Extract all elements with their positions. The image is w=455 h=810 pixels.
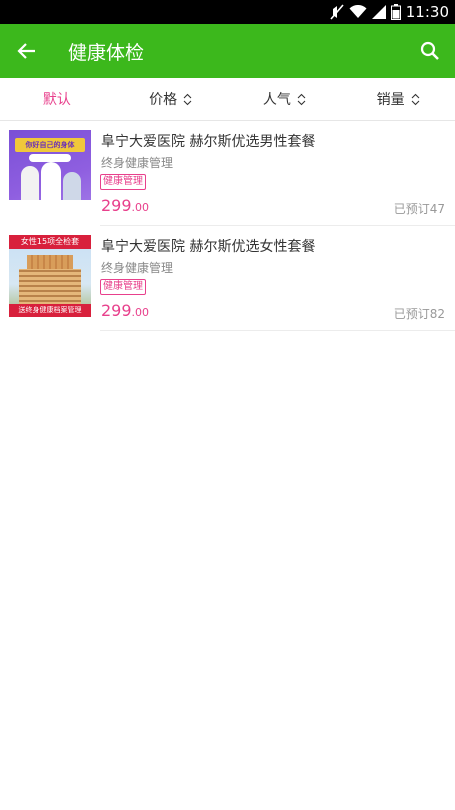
sort-price[interactable]: 价格 xyxy=(114,78,228,120)
sort-popularity[interactable]: 人气 xyxy=(228,78,342,120)
price-decimal: .00 xyxy=(131,306,150,319)
product-image: 你好自己的身体 xyxy=(9,130,91,212)
product-list: 你好自己的身体 阜宁大爱医院 赫尔斯优选男性套餐 终身健康管理 健康管理 299… xyxy=(0,121,455,331)
product-image: 女性15项全检套 送终身健康档案管理 xyxy=(9,235,91,317)
arrow-left-icon xyxy=(17,43,35,59)
product-subtitle: 终身健康管理 xyxy=(101,156,174,170)
sort-bar: 默认 价格 人气 销量 xyxy=(0,78,455,121)
sort-price-label: 价格 xyxy=(149,92,178,108)
page-title: 健康体检 xyxy=(68,41,145,64)
price-decimal: .00 xyxy=(131,201,150,214)
status-bar: 11:30 xyxy=(0,0,455,24)
wifi-icon xyxy=(349,5,367,19)
product-subtitle: 终身健康管理 xyxy=(101,261,174,275)
back-button[interactable] xyxy=(0,24,54,78)
search-icon xyxy=(420,41,439,60)
sort-default[interactable]: 默认 xyxy=(0,78,114,120)
product-item[interactable]: 女性15项全检套 送终身健康档案管理 阜宁大爱医院 赫尔斯优选女性套餐 终身健康… xyxy=(0,226,455,331)
product-info: 阜宁大爱医院 赫尔斯优选女性套餐 终身健康管理 健康管理 299.00 已预订8… xyxy=(100,226,455,331)
price-integer: 299 xyxy=(101,196,132,215)
product-name: 阜宁大爱医院 赫尔斯优选男性套餐 xyxy=(101,134,316,150)
product-image-banner: 你好自己的身体 xyxy=(15,138,85,152)
search-button[interactable] xyxy=(405,24,455,78)
booked-count: 已预订82 xyxy=(393,307,445,321)
status-time: 11:30 xyxy=(405,3,449,21)
product-price: 299.00 xyxy=(101,196,149,215)
sort-default-label: 默认 xyxy=(42,92,71,108)
product-item[interactable]: 你好自己的身体 阜宁大爱医院 赫尔斯优选男性套餐 终身健康管理 健康管理 299… xyxy=(0,121,455,226)
signal-icon xyxy=(371,5,386,19)
battery-icon xyxy=(390,4,401,20)
sort-sales-label: 销量 xyxy=(376,92,405,108)
product-image-subbanner xyxy=(29,154,71,162)
sort-toggle-icon xyxy=(297,93,306,105)
product-image-banner: 女性15项全检套 xyxy=(9,235,91,249)
product-tag: 健康管理 xyxy=(100,174,146,190)
product-info: 阜宁大爱医院 赫尔斯优选男性套餐 终身健康管理 健康管理 299.00 已预订4… xyxy=(100,121,455,226)
app-bar: 健康体检 xyxy=(0,24,455,78)
sort-popularity-label: 人气 xyxy=(262,92,291,108)
product-tag: 健康管理 xyxy=(100,279,146,295)
sort-sales[interactable]: 销量 xyxy=(341,78,455,120)
mute-icon xyxy=(330,4,344,20)
product-image-footer: 送终身健康档案管理 xyxy=(9,304,91,317)
sort-toggle-icon xyxy=(183,93,192,105)
product-price: 299.00 xyxy=(101,301,149,320)
product-name: 阜宁大爱医院 赫尔斯优选女性套餐 xyxy=(101,239,316,255)
booked-count: 已预订47 xyxy=(393,202,445,216)
sort-toggle-icon xyxy=(411,93,420,105)
price-integer: 299 xyxy=(101,301,132,320)
